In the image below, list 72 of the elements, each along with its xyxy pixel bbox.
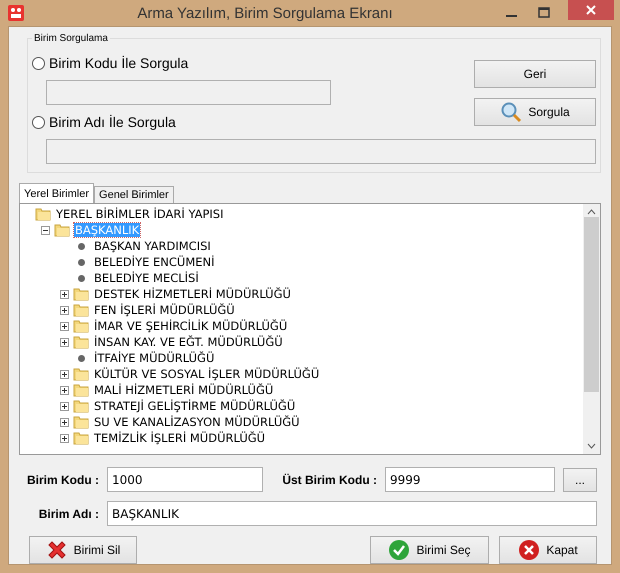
group-title: Birim Sorgulama: [33, 33, 109, 44]
tree-item[interactable]: KÜLTÜR VE SOSYAL İŞLER MÜDÜRLÜĞÜ: [93, 367, 320, 381]
browse-button[interactable]: ...: [563, 468, 597, 492]
field-label: Birim Adı :: [38, 506, 99, 520]
back-button[interactable]: Geri: [474, 60, 596, 88]
expand-icon[interactable]: [60, 370, 69, 378]
tree-item[interactable]: İTFAİYE MÜDÜRLÜĞÜ: [93, 351, 216, 365]
bullet-icon: [78, 258, 84, 266]
radio-icon[interactable]: [32, 56, 45, 70]
expand-icon[interactable]: [60, 338, 69, 346]
expand-icon[interactable]: [60, 402, 69, 410]
tab[interactable]: Yerel Birimler: [19, 183, 94, 203]
bullet-icon: [78, 242, 84, 250]
folder-icon: [73, 383, 89, 397]
unit-name-field[interactable]: BAŞKANLIK: [107, 501, 597, 526]
tree-item[interactable]: TEMİZLİK İŞLERİ MÜDÜRLÜĞÜ: [93, 431, 266, 445]
close-button[interactable]: Kapat: [499, 536, 597, 564]
close-icon: [586, 5, 596, 15]
search-button[interactable]: Sorgula: [474, 98, 596, 126]
tree-item[interactable]: STRATEJİ GELİŞTİRME MÜDÜRLÜĞÜ: [93, 399, 296, 413]
expand-icon[interactable]: [60, 290, 69, 298]
close-button[interactable]: [568, 0, 614, 20]
bullet-icon: [78, 354, 84, 362]
expand-icon[interactable]: [60, 306, 69, 314]
maximize-icon[interactable]: [538, 7, 550, 19]
folder-icon: [73, 367, 89, 381]
tree-item[interactable]: BAŞKAN YARDIMCISI: [93, 239, 212, 253]
tree-item[interactable]: BELEDİYE MECLİSİ: [93, 271, 200, 285]
tree-item[interactable]: FEN İŞLERİ MÜDÜRLÜĞÜ: [93, 303, 236, 317]
window-title: Arma Yazılım, Birim Sorgulama Ekranı: [136, 4, 394, 22]
bullet-icon: [78, 274, 84, 282]
radio-icon[interactable]: [32, 116, 45, 128]
folder-icon: [73, 287, 89, 301]
expand-icon[interactable]: [60, 418, 69, 426]
folder-icon: [54, 223, 70, 237]
expand-icon[interactable]: [60, 386, 69, 394]
query-input-field[interactable]: [46, 139, 596, 164]
select-button[interactable]: Birimi Seç: [370, 536, 489, 564]
collapse-icon[interactable]: [41, 226, 50, 234]
field-label: Üst Birim Kodu :: [281, 472, 377, 486]
expand-icon[interactable]: [60, 322, 69, 330]
folder-icon: [73, 431, 89, 445]
tree-item[interactable]: SU VE KANALİZASYON MÜDÜRLÜĞÜ: [93, 415, 301, 429]
tree-item[interactable]: MALİ HİZMETLERİ MÜDÜRLÜĞÜ: [93, 383, 274, 397]
folder-icon: [73, 415, 89, 429]
search-icon: [500, 100, 522, 122]
app-logo-icon: [8, 5, 24, 21]
tree-item[interactable]: BELEDİYE ENCÜMENİ: [93, 255, 216, 269]
radio-option[interactable]: Birim Adı İle Sorgula: [32, 111, 434, 133]
folder-icon: [73, 399, 89, 413]
unit-code-field[interactable]: 1000: [107, 467, 263, 492]
tree-item[interactable]: DESTEK HİZMETLERİ MÜDÜRLÜĞÜ: [93, 287, 292, 301]
delete-button[interactable]: Birimi Sil: [29, 536, 137, 564]
folder-icon: [35, 207, 51, 221]
query-input-field[interactable]: [46, 80, 331, 105]
tree-item[interactable]: İMAR VE ŞEHİRCİLİK MÜDÜRLÜĞÜ: [93, 319, 288, 333]
scroll-down-icon[interactable]: [587, 443, 596, 449]
scroll-up-icon[interactable]: [587, 209, 596, 215]
field-label: Birim Kodu :: [26, 472, 99, 486]
scrollbar[interactable]: [583, 204, 600, 454]
radio-option[interactable]: Birim Kodu İle Sorgula: [32, 52, 434, 74]
folder-icon: [73, 335, 89, 349]
close-icon: [518, 539, 540, 561]
tab[interactable]: Genel Birimler: [94, 186, 174, 203]
folder-icon: [73, 319, 89, 333]
checkmark-icon: [388, 539, 410, 561]
tree-item[interactable]: YEREL BİRİMLER İDARİ YAPISI: [55, 207, 224, 221]
tree-item[interactable]: İNSAN KAY. VE EĞT. MÜDÜRLÜĞÜ: [93, 335, 284, 349]
folder-icon: [73, 303, 89, 317]
cross-icon: [46, 539, 68, 561]
expand-icon[interactable]: [60, 434, 69, 442]
parent-code-field[interactable]: 9999: [385, 467, 555, 492]
